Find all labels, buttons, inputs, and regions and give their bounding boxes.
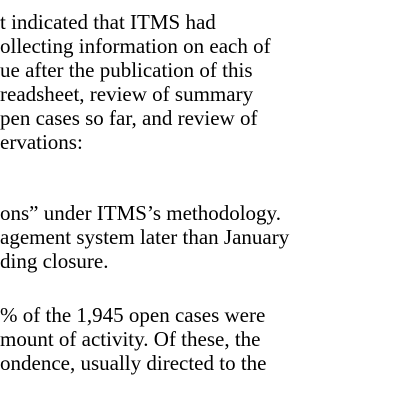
paragraph-2-line-1: ons” under ITMS’s methodology. (0, 201, 281, 225)
paragraph-3-line-1: % of the 1,945 open cases were (0, 303, 266, 327)
paragraph-2-line-2: agement system later than January (0, 225, 290, 249)
paragraph-1-line-1: t indicated that ITMS had (0, 10, 216, 34)
paragraph-3-line-2: mount of activity. Of these, the (0, 327, 261, 351)
paragraph-1-line-6: ervations: (0, 130, 83, 154)
paragraph-3-line-3: ondence, usually directed to the (0, 351, 267, 375)
paragraph-1-line-3: ue after the publication of this (0, 58, 253, 82)
document-page: t indicated that ITMS had ollecting info… (0, 0, 400, 400)
paragraph-1-line-4: readsheet, review of summary (0, 82, 254, 106)
paragraph-1-line-5: pen cases so far, and review of (0, 106, 258, 130)
paragraph-2-line-3: ding closure. (0, 249, 109, 273)
paragraph-1-line-2: ollecting information on each of (0, 34, 271, 58)
